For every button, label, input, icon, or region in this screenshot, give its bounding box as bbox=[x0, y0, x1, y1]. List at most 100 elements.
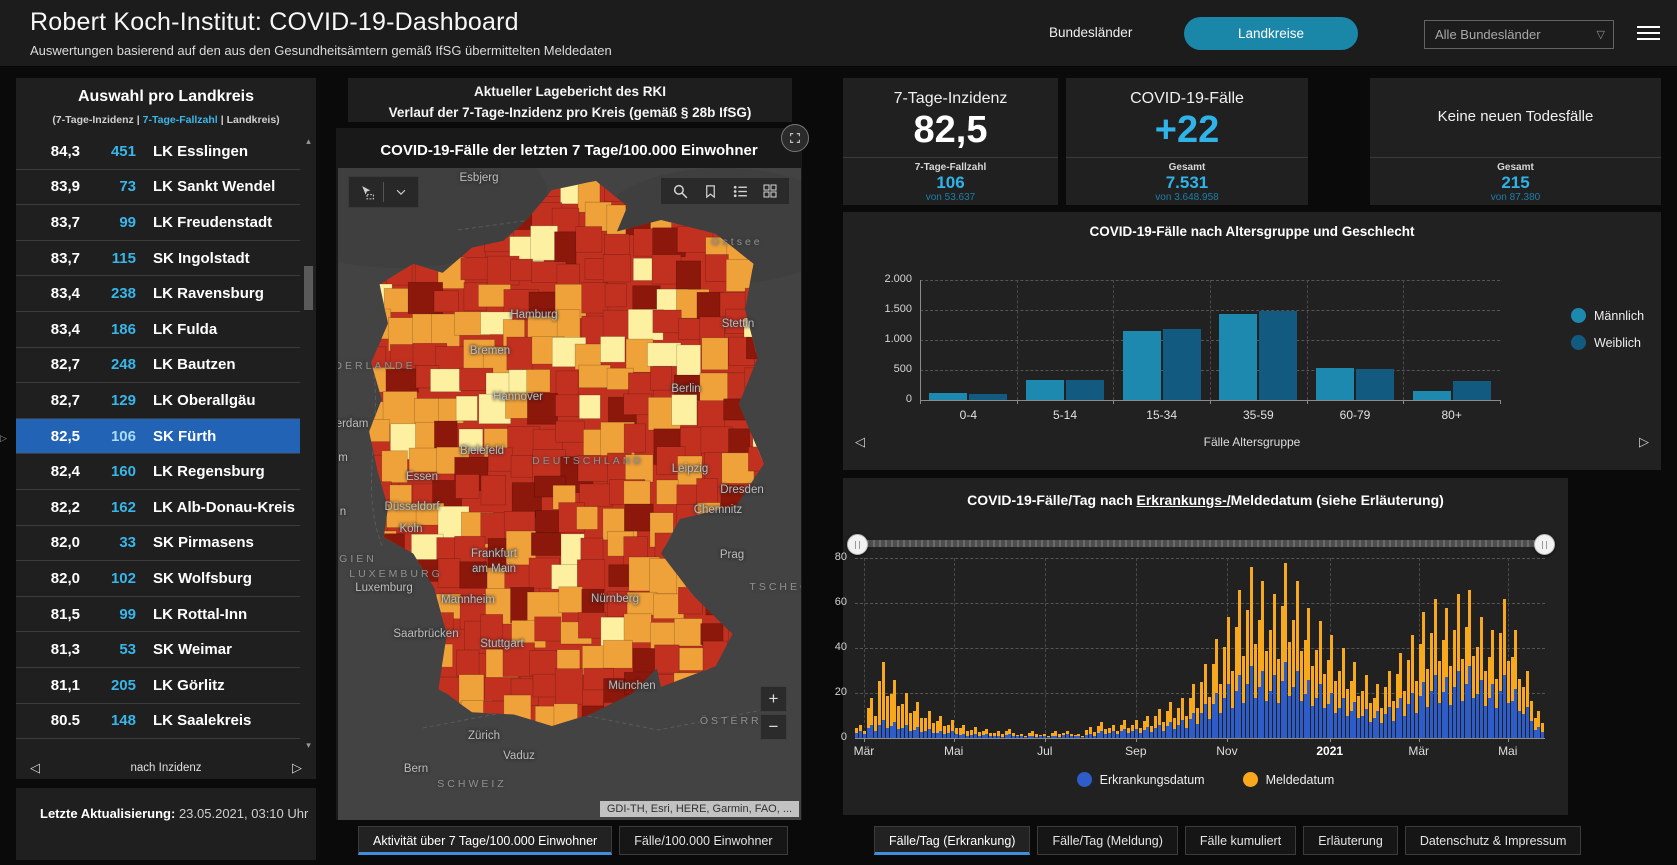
select-tool-chevron-icon[interactable] bbox=[384, 177, 418, 207]
map-canvas[interactable]: EsbjergHamburgStettinBremenHannoverBerli… bbox=[338, 168, 801, 820]
landkreis-row[interactable]: 83,7115SK Ingolstadt bbox=[16, 241, 300, 277]
report-banner[interactable]: Aktueller Lagebericht des RKI Verlauf de… bbox=[348, 78, 792, 122]
landkreis-row[interactable]: 82,2162LK Alb-Donau-Kreis bbox=[16, 490, 300, 526]
age-bar-male[interactable] bbox=[1413, 391, 1451, 400]
lasso-select-icon[interactable] bbox=[349, 177, 383, 207]
age-bar-female[interactable] bbox=[969, 394, 1007, 400]
age-bar-female[interactable] bbox=[1259, 311, 1297, 400]
bottom-tab[interactable]: Datenschutz & Impressum bbox=[1405, 826, 1582, 855]
age-bar-female[interactable] bbox=[1163, 329, 1201, 400]
case-bar-erkrankungsdatum bbox=[1043, 736, 1046, 738]
chart-pager-right-icon[interactable]: ▷ bbox=[1639, 434, 1649, 450]
age-bar-female[interactable] bbox=[1356, 369, 1394, 400]
bottom-tab[interactable]: Fälle kumuliert bbox=[1185, 826, 1296, 855]
map-zoom-in-button[interactable]: + bbox=[760, 686, 787, 712]
bottom-tab[interactable]: Erläuterung bbox=[1303, 826, 1398, 855]
row-fallzahl: 102 bbox=[80, 570, 136, 587]
row-fallzahl: 162 bbox=[80, 499, 136, 516]
case-bar-erkrankungsdatum bbox=[1231, 708, 1234, 738]
row-fallzahl: 99 bbox=[80, 214, 136, 231]
case-bar-erkrankungsdatum bbox=[1330, 693, 1333, 738]
bottom-tab[interactable]: Fälle/Tag (Meldung) bbox=[1037, 826, 1177, 855]
landkreis-row[interactable]: 82,7129LK Oberallgäu bbox=[16, 383, 300, 419]
bookmark-icon[interactable] bbox=[695, 178, 725, 204]
scrollbar-thumb[interactable] bbox=[304, 266, 313, 310]
age-bar-male[interactable] bbox=[1123, 331, 1161, 400]
case-bar-erkrankungsdatum bbox=[1369, 722, 1372, 738]
landkreis-row[interactable]: 82,7248LK Bautzen bbox=[16, 348, 300, 384]
title-underlined-link[interactable]: Erkrankungs-/ bbox=[1137, 492, 1231, 508]
case-bar-erkrankungsdatum bbox=[1438, 703, 1441, 738]
case-bar-erkrankungsdatum bbox=[1488, 698, 1491, 739]
landkreis-row[interactable]: 81,353SK Weimar bbox=[16, 632, 300, 668]
case-bar-erkrankungsdatum bbox=[1238, 675, 1241, 738]
age-bar-male[interactable] bbox=[929, 393, 967, 400]
case-bar-erkrankungsdatum bbox=[1376, 711, 1379, 738]
axis-tick bbox=[1210, 400, 1211, 404]
case-bar-erkrankungsdatum bbox=[1081, 737, 1084, 738]
time-chart-plot[interactable]: 806040200MärMaiJulSepNov2021MärMai bbox=[855, 558, 1545, 738]
case-bar-erkrankungsdatum bbox=[974, 734, 977, 739]
scroll-down-icon[interactable]: ▾ bbox=[303, 740, 314, 751]
case-bar-erkrankungsdatum bbox=[916, 727, 919, 738]
nav-landkreise-button[interactable]: Landkreise bbox=[1184, 17, 1358, 50]
age-bar-male[interactable] bbox=[1219, 314, 1257, 400]
case-bar-erkrankungsdatum bbox=[1265, 701, 1268, 738]
list-scrollbar[interactable]: ▴ ▾ bbox=[303, 136, 314, 756]
case-bar-erkrankungsdatum bbox=[924, 731, 927, 738]
landkreis-row[interactable]: 83,973LK Sankt Wendel bbox=[16, 170, 300, 206]
bundesland-select[interactable]: Alle Bundesländer ▽ bbox=[1424, 20, 1614, 49]
legend-item: Weiblich bbox=[1571, 335, 1644, 350]
map-tab[interactable]: Aktivität über 7 Tage/100.000 Einwohner bbox=[358, 826, 612, 855]
row-fallzahl: 129 bbox=[80, 392, 136, 409]
age-bar-female[interactable] bbox=[1066, 380, 1104, 400]
pager-left-icon[interactable]: ◁ bbox=[30, 760, 40, 776]
axis-tick bbox=[1045, 738, 1046, 742]
landkreis-row[interactable]: 83,799LK Freudenstadt bbox=[16, 205, 300, 241]
pager-right-icon[interactable]: ▷ bbox=[292, 760, 302, 776]
age-bar-female[interactable] bbox=[1453, 381, 1491, 400]
panel-expand-arrow[interactable]: ▷ bbox=[0, 426, 12, 450]
case-bar-erkrankungsdatum bbox=[1449, 705, 1452, 738]
landkreis-row[interactable]: 84,3451LK Esslingen bbox=[16, 134, 300, 170]
banner-line1: Aktueller Lagebericht des RKI bbox=[348, 82, 792, 103]
case-bar-erkrankungsdatum bbox=[1323, 708, 1326, 738]
landkreis-row[interactable]: 83,4186LK Fulda bbox=[16, 312, 300, 348]
landkreis-row[interactable]: 82,033SK Pirmasens bbox=[16, 526, 300, 562]
y-axis-label: 40 bbox=[811, 641, 847, 653]
landkreis-row[interactable]: 81,1205LK Görlitz bbox=[16, 668, 300, 704]
age-bar-male[interactable] bbox=[1316, 368, 1354, 400]
landkreis-row[interactable]: 83,4238LK Ravensburg bbox=[16, 276, 300, 312]
landkreis-row[interactable]: 81,599LK Rottal-Inn bbox=[16, 597, 300, 633]
bottom-tab[interactable]: Fälle/Tag (Erkrankung) bbox=[874, 826, 1030, 855]
case-bar-erkrankungsdatum bbox=[1292, 687, 1295, 738]
case-bar-erkrankungsdatum bbox=[1419, 696, 1422, 738]
expand-map-icon[interactable] bbox=[781, 124, 809, 152]
page-title: Robert Koch-Institut: COVID-19-Dashboard bbox=[30, 8, 519, 37]
case-bar-erkrankungsdatum bbox=[928, 729, 931, 738]
nav-bundeslaender-button[interactable]: Bundesländer bbox=[1049, 25, 1132, 40]
map-tab[interactable]: Fälle/100.000 Einwohner bbox=[619, 826, 787, 855]
map-city-label: Stettin bbox=[722, 318, 755, 330]
landkreis-row[interactable]: 82,0102SK Wolfsburg bbox=[16, 561, 300, 597]
basemap-icon[interactable] bbox=[755, 178, 785, 204]
slider-handle-right[interactable] bbox=[1534, 534, 1555, 555]
axis-tick bbox=[954, 738, 955, 742]
case-bar-erkrankungsdatum bbox=[970, 735, 973, 738]
legend-dot bbox=[1077, 772, 1092, 787]
landkreis-row[interactable]: 82,5106SK Fürth bbox=[16, 419, 300, 455]
search-icon[interactable] bbox=[665, 178, 695, 204]
landkreis-row[interactable]: 80.5148LK Saalekreis bbox=[16, 704, 300, 740]
time-range-slider[interactable] bbox=[855, 540, 1545, 547]
scroll-up-icon[interactable]: ▴ bbox=[303, 136, 314, 147]
age-bar-male[interactable] bbox=[1026, 380, 1064, 400]
map-zoom-out-button[interactable]: − bbox=[760, 714, 787, 740]
gridline bbox=[954, 558, 955, 738]
slider-handle-left[interactable] bbox=[847, 534, 868, 555]
landkreis-row[interactable]: 82,4160LK Regensburg bbox=[16, 454, 300, 490]
menu-icon[interactable] bbox=[1637, 26, 1660, 42]
case-bar-erkrankungsdatum bbox=[1204, 704, 1207, 738]
legend-list-icon[interactable] bbox=[725, 178, 755, 204]
row-name: LK Sankt Wendel bbox=[153, 178, 275, 195]
row-inzidenz: 81,3 bbox=[16, 641, 80, 658]
